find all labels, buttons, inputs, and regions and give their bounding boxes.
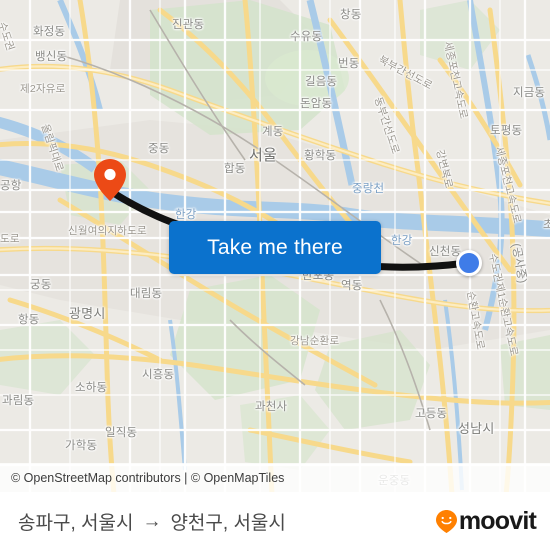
moovit-trip-screen: 화정동 진관동 창동 수유동 번동 지금동 토평동 뱅신동 제2자유로 길음동 돈암동 중동 계동 서울 합… (0, 0, 550, 550)
moovit-logo[interactable]: moovit (435, 506, 537, 535)
map-pin-icon[interactable] (93, 158, 127, 202)
map-canvas[interactable]: 화정동 진관동 창동 수유동 번동 지금동 토평동 뱅신동 제2자유로 길음동 돈암동 중동 계동 서울 합… (0, 0, 550, 492)
trip-destination: 양천구, 서울시 (170, 512, 286, 534)
trip-summary: 송파구, 서울시 → 양천구, 서울시 (18, 508, 286, 535)
map-attribution: © OpenStreetMap contributors | © OpenMap… (0, 463, 550, 492)
moovit-pin-icon (435, 509, 457, 533)
attribution-text[interactable]: © OpenStreetMap contributors | © OpenMap… (11, 471, 284, 485)
moovit-wordmark: moovit (458, 506, 537, 535)
footer-bar: 송파구, 서울시 → 양천구, 서울시 moovit (0, 492, 550, 550)
location-dot-marker[interactable] (456, 250, 482, 276)
trip-origin: 송파구, 서울시 (18, 512, 134, 534)
arrow-right-icon: → (142, 510, 162, 532)
take-me-there-button[interactable]: Take me there (169, 221, 381, 274)
